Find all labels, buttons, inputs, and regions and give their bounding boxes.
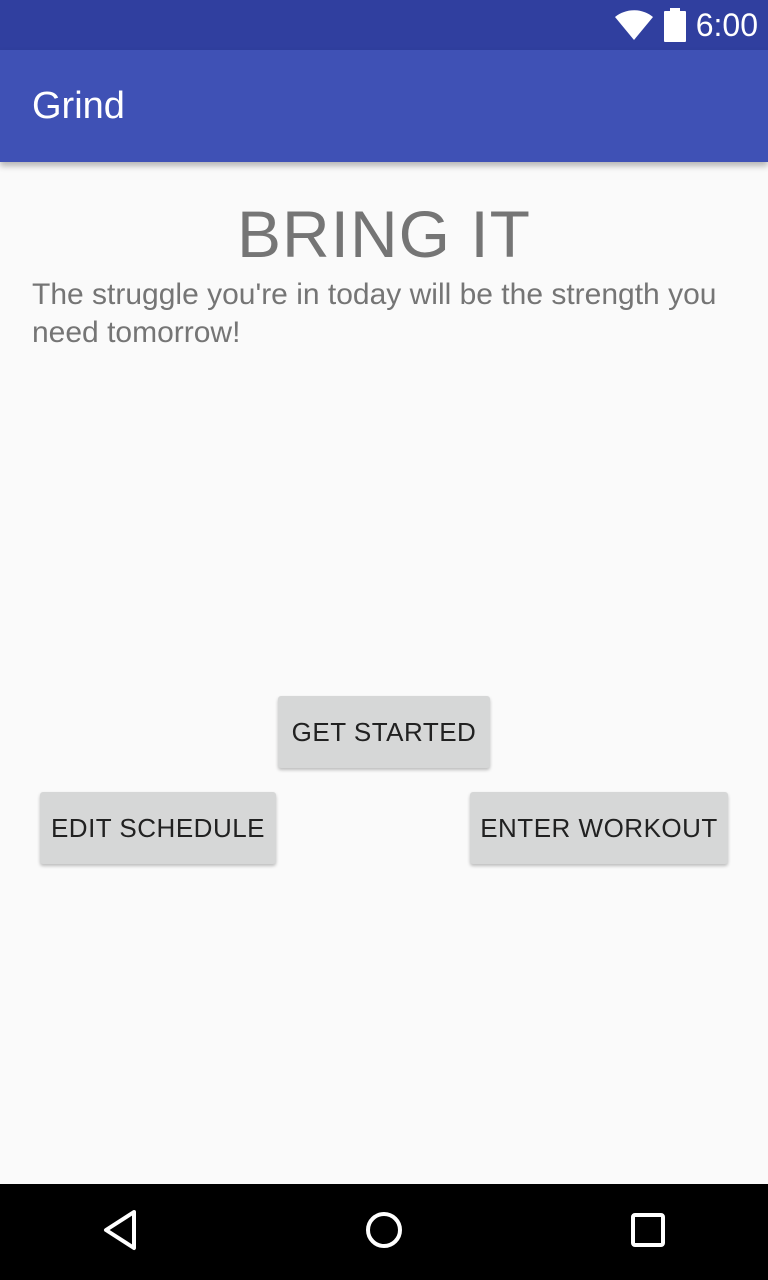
status-time: 6:00 bbox=[695, 7, 758, 43]
back-button[interactable] bbox=[60, 1184, 180, 1280]
edit-schedule-button[interactable]: EDIT SCHEDULE bbox=[40, 792, 276, 864]
motivational-quote: The struggle you're in today will be the… bbox=[32, 278, 717, 349]
status-bar: 6:00 bbox=[0, 0, 768, 50]
app-title: Grind bbox=[32, 85, 125, 127]
home-icon bbox=[364, 1210, 404, 1255]
screen: 6:00 Grind BRING IT The struggle you're … bbox=[0, 0, 768, 1280]
app-bar: Grind bbox=[0, 50, 768, 162]
status-indicators: 6:00 bbox=[614, 0, 758, 50]
battery-icon bbox=[663, 8, 686, 42]
get-started-button[interactable]: GET STARTED bbox=[278, 696, 490, 768]
headline: BRING IT bbox=[236, 197, 531, 271]
recents-icon bbox=[630, 1212, 666, 1253]
back-icon bbox=[100, 1208, 140, 1257]
recents-button[interactable] bbox=[588, 1184, 708, 1280]
navigation-bar bbox=[0, 1184, 768, 1280]
enter-workout-button[interactable]: ENTER WORKOUT bbox=[470, 792, 728, 864]
home-button[interactable] bbox=[324, 1184, 444, 1280]
wifi-icon bbox=[614, 9, 654, 41]
